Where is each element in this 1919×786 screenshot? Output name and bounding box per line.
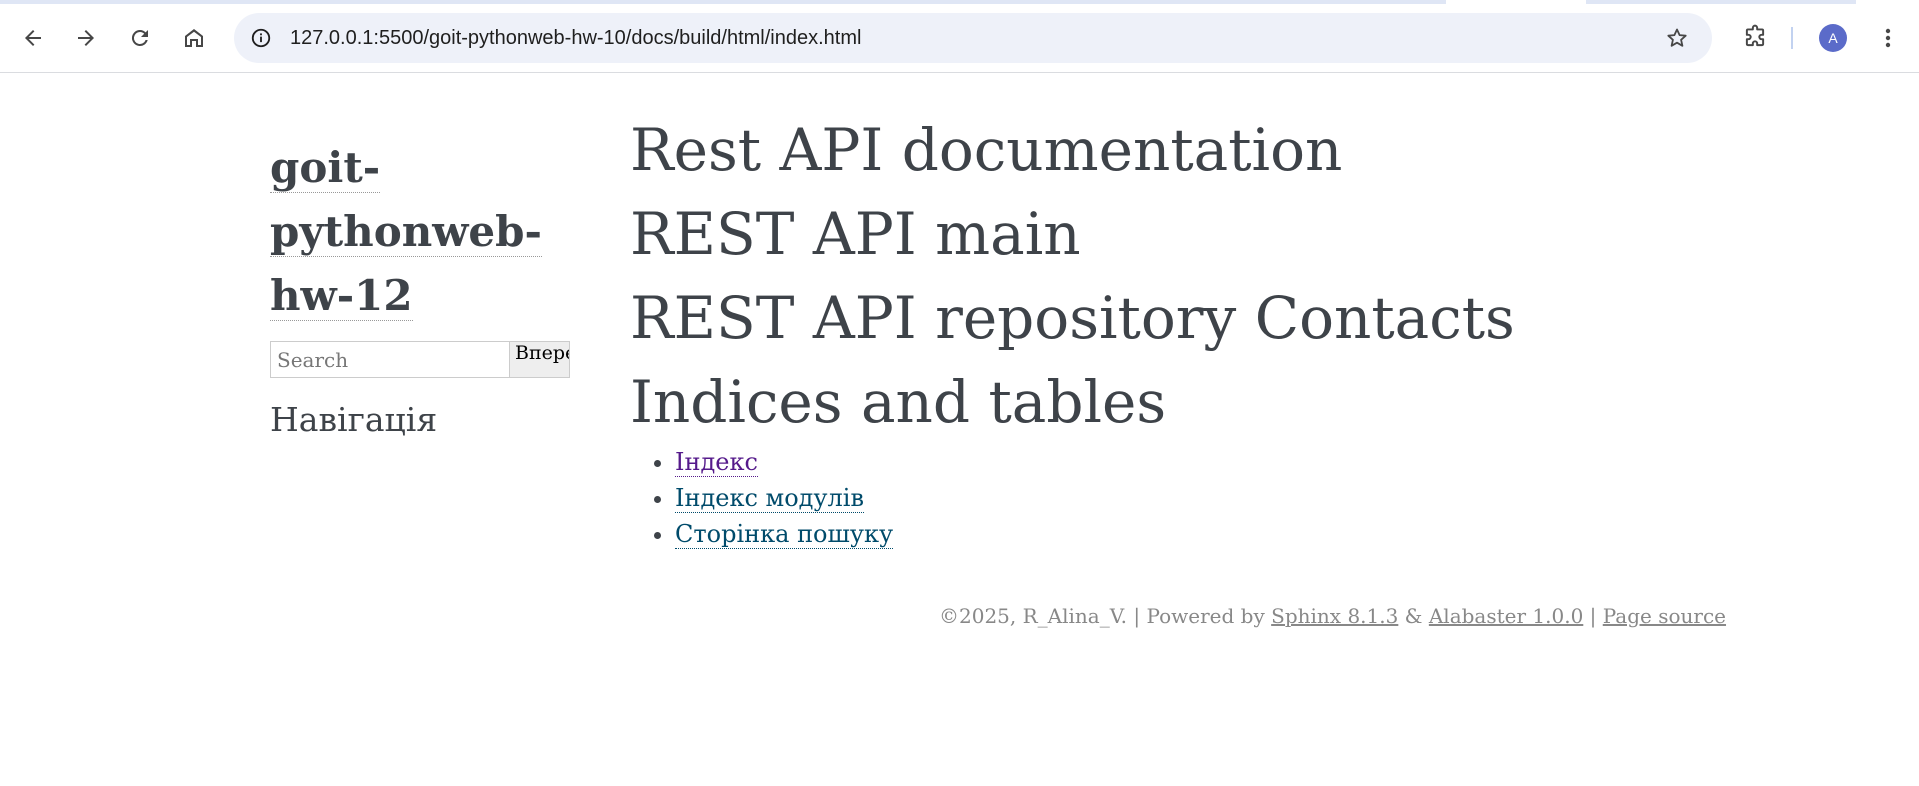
bookmark-button[interactable] (1664, 25, 1690, 51)
profile-avatar[interactable]: A (1819, 24, 1847, 52)
kebab-menu-icon (1885, 28, 1891, 48)
footer-ampersand: & (1398, 604, 1429, 628)
list-item: Сторінка пошуку (675, 516, 1730, 552)
reload-button[interactable] (122, 20, 158, 56)
project-logo-title: goit- pythonweb- hw-12 (270, 136, 542, 328)
navigation-heading: Навігація (270, 400, 438, 439)
search-submit-button[interactable]: Вперед (510, 341, 570, 378)
list-item: Індекс (675, 444, 1730, 480)
documentation-page: goit- pythonweb- hw-12 Вперед Навігація … (0, 74, 1919, 786)
sidebar-search: Вперед (270, 341, 570, 378)
heading-indices-and-tables: Indices and tables (630, 368, 1167, 436)
alabaster-link[interactable]: Alabaster 1.0.0 (1429, 604, 1583, 628)
home-button[interactable] (176, 20, 212, 56)
reload-icon (131, 29, 148, 46)
browser-toolbar: 127.0.0.1:5500/goit-pythonweb-hw-10/docs… (0, 0, 1919, 73)
brand-link-line2[interactable]: pythonweb- (270, 207, 542, 257)
browser-menu-button[interactable] (1873, 22, 1903, 54)
home-icon (185, 29, 203, 47)
arrow-right-icon (78, 30, 94, 46)
star-icon (1667, 28, 1687, 47)
brand-link-line3[interactable]: hw-12 (270, 271, 413, 321)
list-item: Індекс модулів (675, 480, 1730, 516)
info-icon (251, 28, 271, 48)
page-source-link[interactable]: Page source (1603, 604, 1726, 628)
extensions-button[interactable] (1738, 20, 1772, 54)
address-bar[interactable]: 127.0.0.1:5500/goit-pythonweb-hw-10/docs… (234, 13, 1712, 63)
puzzle-icon (1745, 24, 1765, 47)
toolbar-divider (1791, 27, 1793, 49)
general-index-link[interactable]: Індекс (675, 448, 758, 477)
forward-button[interactable] (68, 20, 104, 56)
sphinx-link[interactable]: Sphinx 8.1.3 (1271, 604, 1398, 628)
heading-rest-api-documentation: Rest API documentation (630, 116, 1343, 184)
page-footer: ©2025, R_Alina_V. | Powered by Sphinx 8.… (939, 604, 1726, 628)
footer-separator: | (1583, 604, 1603, 628)
indices-list: Індекс Індекс модулів Сторінка пошуку (675, 444, 1730, 552)
search-page-link[interactable]: Сторінка пошуку (675, 520, 894, 549)
back-button[interactable] (15, 20, 51, 56)
brand-link-line1[interactable]: goit- (270, 143, 381, 193)
document-body: Rest API documentation REST API main RES… (630, 108, 1730, 552)
heading-rest-api-main: REST API main (630, 200, 1081, 268)
module-index-link[interactable]: Індекс модулів (675, 484, 864, 513)
search-input[interactable] (270, 341, 510, 378)
site-info-button[interactable] (248, 25, 274, 51)
tab-strip-edge (0, 0, 1919, 4)
url-text[interactable]: 127.0.0.1:5500/goit-pythonweb-hw-10/docs… (290, 13, 861, 63)
arrow-left-icon (25, 30, 41, 46)
heading-rest-api-repository-contacts: REST API repository Contacts (630, 284, 1515, 352)
footer-copyright: ©2025, R_Alina_V. | Powered by (939, 604, 1272, 628)
